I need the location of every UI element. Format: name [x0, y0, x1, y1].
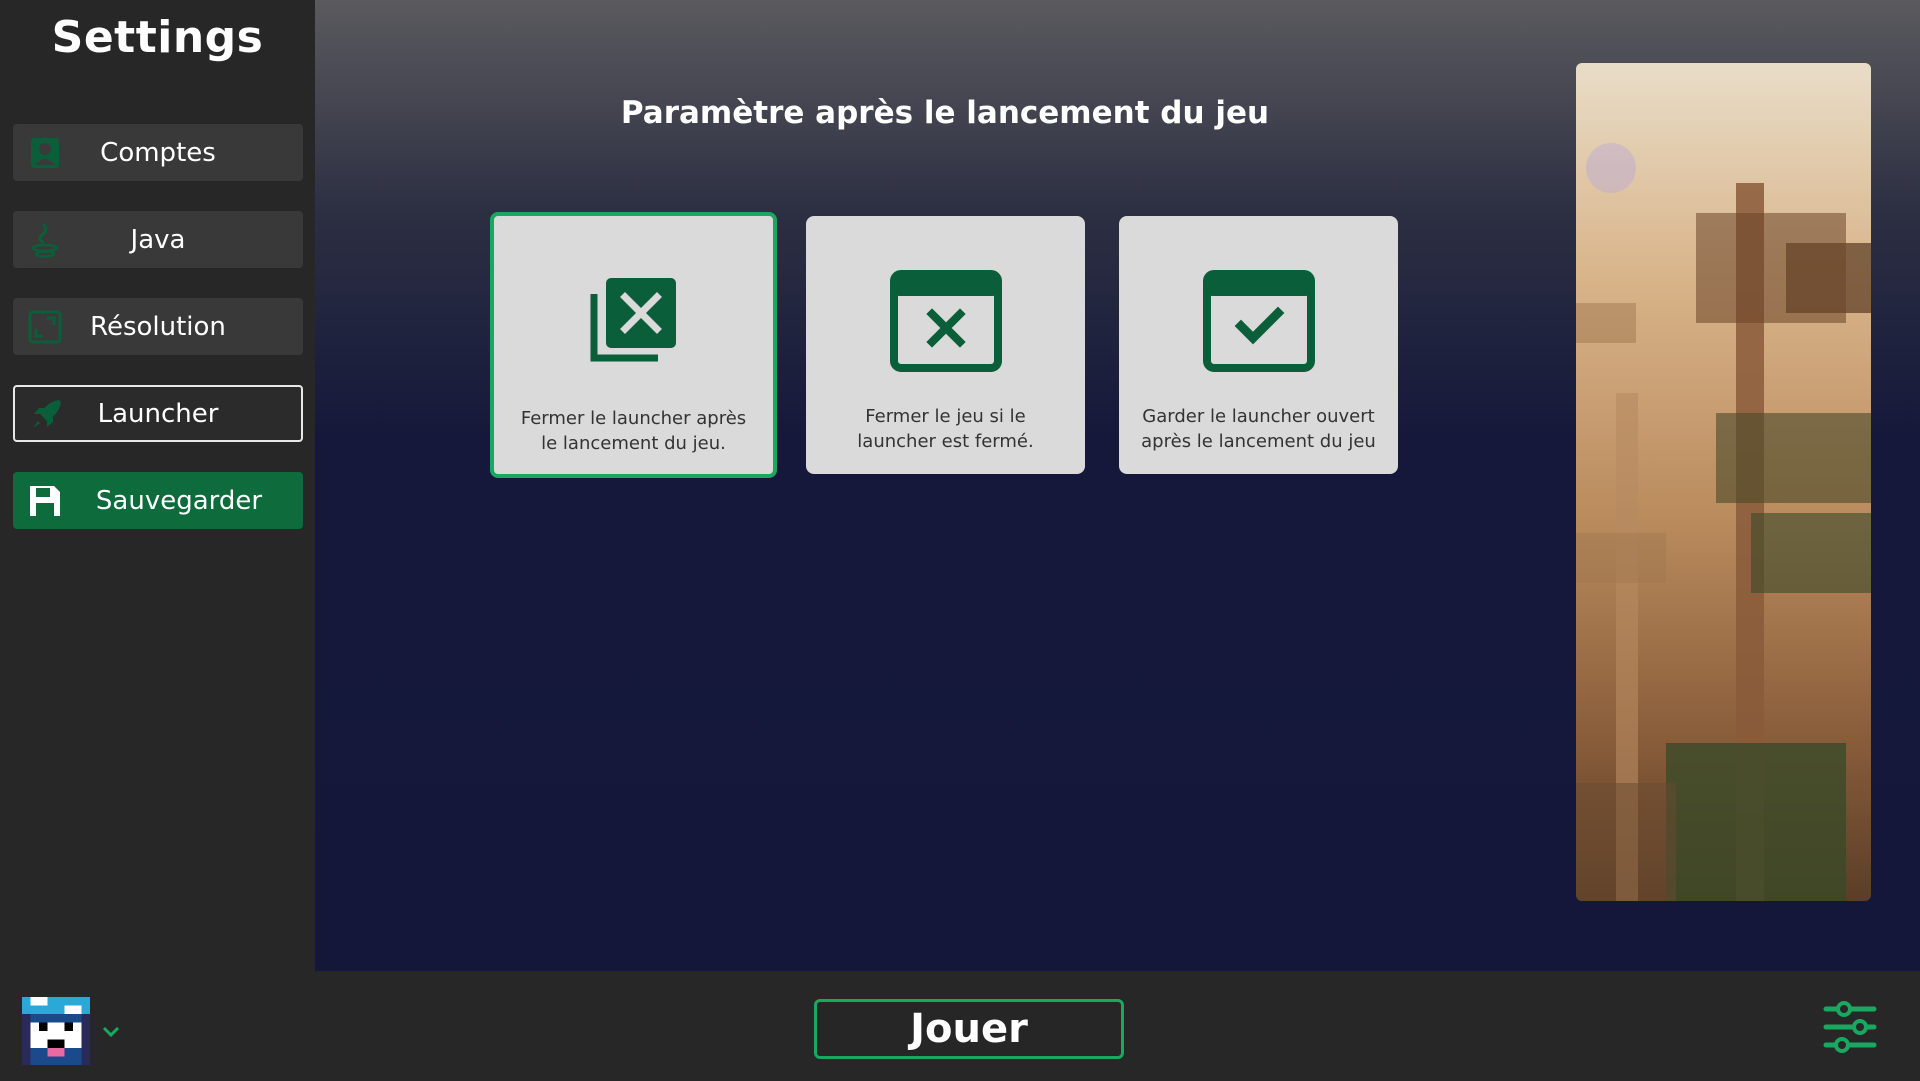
chevron-down-icon[interactable] [100, 1023, 122, 1039]
sidebar-item-java[interactable]: Java [13, 211, 303, 268]
sidebar-item-label: Java [130, 224, 186, 255]
sidebar-item-resolution[interactable]: Résolution [13, 298, 303, 355]
page-title: Paramètre après le lancement du jeu [620, 95, 1270, 131]
bottom-bar: Jouer [0, 971, 1920, 1081]
option-close-launcher[interactable]: Fermer le launcher après le lancement du… [490, 212, 777, 478]
option-keep-open[interactable]: Garder le launcher ouvert après le lance… [1119, 216, 1398, 474]
sidebar-item-label: Résolution [90, 311, 226, 342]
sidebar-title: Settings [51, 12, 264, 63]
sidebar-item-label: Launcher [97, 398, 219, 429]
save-button[interactable]: Sauvegarder [13, 472, 303, 529]
close-launcher-icon [574, 266, 694, 376]
sliders-icon[interactable] [1822, 999, 1878, 1055]
play-button[interactable]: Jouer [814, 999, 1124, 1059]
keep-open-icon [1199, 266, 1319, 376]
option-close-game[interactable]: Fermer le jeu si le launcher est fermé. [806, 216, 1085, 474]
minecraft-forest-image [1576, 63, 1871, 901]
option-label: Garder le launcher ouvert après le lance… [1141, 406, 1376, 452]
launcher-window: Settings Comptes Java Résolution Launche… [0, 0, 1920, 1081]
settings-sidebar: Settings Comptes Java Résolution Launche… [0, 0, 315, 971]
sidebar-item-launcher[interactable]: Launcher [13, 385, 303, 442]
save-label: Sauvegarder [95, 485, 263, 516]
sidebar-item-label: Comptes [100, 137, 216, 168]
main-panel: Paramètre après le lancement du jeu Ferm… [315, 0, 1920, 971]
sidebar-item-comptes[interactable]: Comptes [13, 124, 303, 181]
option-label: Fermer le jeu si le launcher est fermé. [857, 406, 1034, 452]
player-avatar[interactable] [22, 997, 90, 1065]
close-game-icon [886, 266, 1006, 376]
option-label: Fermer le launcher après le lancement du… [520, 408, 747, 454]
